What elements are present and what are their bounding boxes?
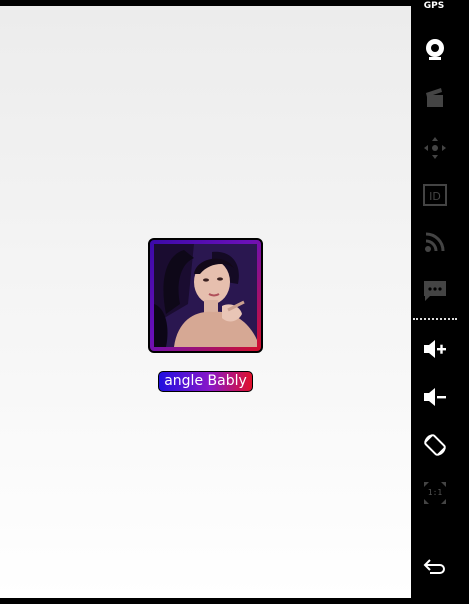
- id-icon: ID: [423, 184, 447, 206]
- media-button[interactable]: [411, 86, 459, 114]
- emulator-screen: angle Bably GPS ID 1:1: [0, 0, 469, 604]
- gps-button[interactable]: GPS: [411, 1, 457, 11]
- control-divider: [413, 318, 457, 320]
- back-button[interactable]: [411, 556, 459, 580]
- webcam-button[interactable]: [411, 38, 459, 66]
- rotate-button[interactable]: [411, 432, 459, 462]
- volume-up-icon: [424, 340, 446, 358]
- profile-card[interactable]: [148, 238, 263, 353]
- rotate-icon: [424, 434, 446, 456]
- volume-down-icon: [424, 388, 446, 406]
- volume-up-button[interactable]: [411, 337, 459, 365]
- webcam-icon: [426, 39, 444, 60]
- message-icon: [424, 281, 446, 301]
- dpad-button[interactable]: [411, 135, 459, 165]
- back-icon: [423, 559, 445, 574]
- profile-photo-frame: [148, 238, 263, 353]
- move-icon: [424, 137, 446, 159]
- clapperboard-icon: [426, 88, 443, 107]
- identity-button[interactable]: ID: [411, 183, 459, 211]
- profile-name-label: angle Bably: [158, 371, 253, 392]
- profile-photo[interactable]: [154, 244, 257, 347]
- portrait-illustration: [154, 244, 257, 347]
- scale-label: 1:1: [427, 488, 443, 497]
- network-button[interactable]: [411, 230, 459, 258]
- rss-icon: [425, 232, 445, 252]
- sms-button[interactable]: [411, 278, 459, 308]
- volume-down-button[interactable]: [411, 385, 459, 413]
- emulator-control-bar: GPS ID 1:1: [411, 0, 469, 604]
- svg-text:ID: ID: [429, 190, 441, 203]
